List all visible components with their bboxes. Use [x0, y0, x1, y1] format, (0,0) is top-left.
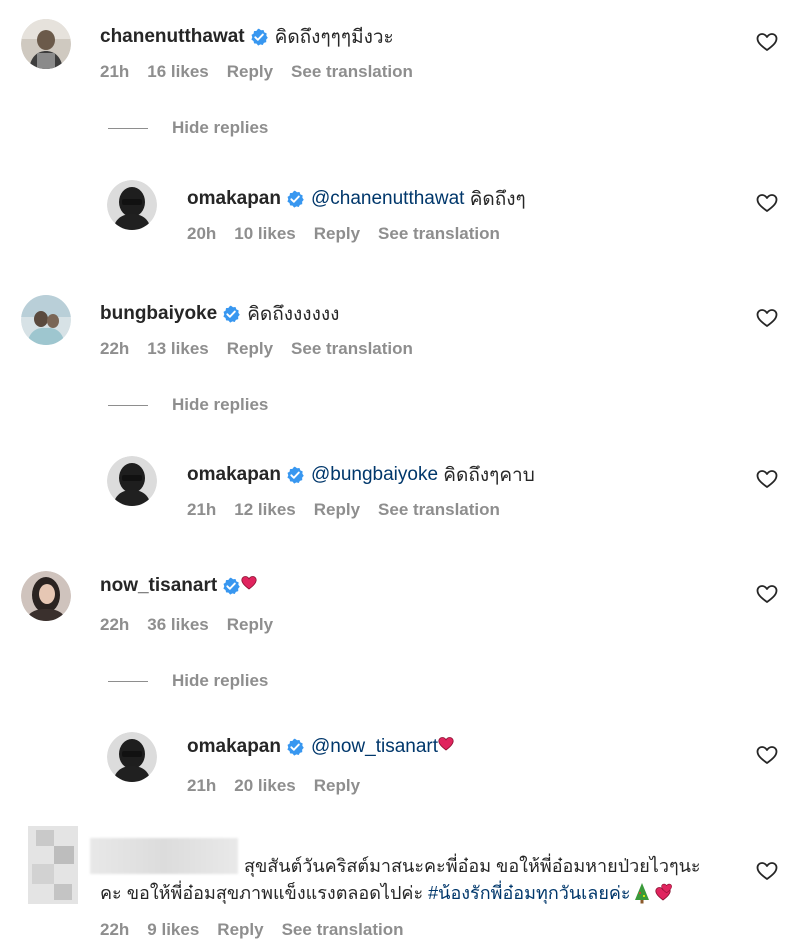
- hearts-emoji: [654, 883, 672, 900]
- comment-time: 22h: [100, 615, 130, 634]
- hide-replies-label: Hide replies: [172, 671, 269, 690]
- comment-username[interactable]: now_tisanart: [100, 575, 217, 597]
- verified-badge-icon: [222, 576, 241, 596]
- avatar[interactable]: [107, 180, 157, 230]
- hide-replies-button[interactable]: Hide replies: [108, 118, 268, 138]
- reply-button[interactable]: Reply: [227, 615, 273, 635]
- mention-link[interactable]: @bungbaiyoke: [311, 464, 438, 486]
- reply-button[interactable]: Reply: [314, 500, 360, 520]
- reply-button[interactable]: Reply: [314, 224, 360, 244]
- avatar[interactable]: [21, 19, 71, 69]
- reply-button[interactable]: Reply: [217, 920, 263, 940]
- verified-badge-icon: [286, 189, 305, 209]
- avatar[interactable]: [21, 571, 71, 621]
- avatar-image: [21, 295, 71, 345]
- hide-replies-button[interactable]: Hide replies: [108, 671, 268, 691]
- reply-time: 20h: [187, 224, 217, 243]
- avatar-image: [21, 571, 71, 621]
- reply-time: 21h: [187, 776, 217, 795]
- comment-text-line-1: สุขสันต์วันคริสต์มาสนะคะพี่อ๋อม ขอให้พี่…: [244, 856, 701, 876]
- red-heart-emoji: [241, 575, 257, 589]
- divider-line: [108, 127, 148, 129]
- hide-replies-label: Hide replies: [172, 395, 269, 414]
- reply-button[interactable]: Reply: [314, 776, 360, 796]
- see-translation-button[interactable]: See translation: [378, 224, 500, 244]
- reply-text: คิดถึงๆคาบ: [438, 465, 535, 486]
- see-translation-button[interactable]: See translation: [291, 62, 413, 82]
- see-translation-button[interactable]: See translation: [291, 339, 413, 359]
- likes-count[interactable]: 36 likes: [147, 615, 208, 635]
- hide-replies-button[interactable]: Hide replies: [108, 395, 268, 415]
- comment-text: คิดถึงๆๆๆมีงวะ: [274, 27, 394, 48]
- avatar-image: [107, 732, 157, 782]
- divider-line: [108, 680, 148, 682]
- reply-username[interactable]: omakapan: [187, 464, 281, 486]
- comment-username[interactable]: bungbaiyoke: [100, 303, 217, 325]
- likes-count[interactable]: 20 likes: [234, 776, 295, 796]
- heart-outline-icon[interactable]: [756, 469, 778, 489]
- divider-line: [108, 404, 148, 406]
- reply-username[interactable]: omakapan: [187, 736, 281, 758]
- see-translation-button[interactable]: See translation: [378, 500, 500, 520]
- reply-text: คิดถึงๆ: [464, 189, 526, 210]
- comment-time: 22h: [100, 920, 130, 939]
- reply-username[interactable]: omakapan: [187, 188, 281, 210]
- verified-badge-icon: [250, 27, 269, 47]
- hide-replies-label: Hide replies: [172, 118, 269, 137]
- blurred-avatar: [28, 826, 78, 904]
- likes-count[interactable]: 13 likes: [147, 339, 208, 359]
- avatar[interactable]: [107, 732, 157, 782]
- avatar[interactable]: [107, 456, 157, 506]
- verified-badge-icon: [286, 737, 305, 757]
- verified-badge-icon: [286, 465, 305, 485]
- see-translation-button[interactable]: See translation: [282, 920, 404, 940]
- comment-text: คิดถึงงงงงง: [247, 304, 340, 325]
- avatar[interactable]: [21, 295, 71, 345]
- avatar-image: [107, 456, 157, 506]
- heart-outline-icon[interactable]: [756, 308, 778, 328]
- red-heart-emoji: [438, 736, 454, 750]
- hashtag-link[interactable]: #น้องรักพี่อ๋อมทุกวันเลยค่ะ: [428, 878, 630, 907]
- likes-count[interactable]: 10 likes: [234, 224, 295, 244]
- heart-outline-icon[interactable]: [756, 32, 778, 52]
- heart-outline-icon[interactable]: [756, 193, 778, 213]
- reply-time: 21h: [187, 500, 217, 519]
- comment-text-line-2: คะ ขอให้พี่อ๋อมสุขภาพแข็งแรงตลอดไปค่ะ: [100, 883, 429, 903]
- likes-count[interactable]: 12 likes: [234, 500, 295, 520]
- reply-button[interactable]: Reply: [227, 62, 273, 82]
- mention-link[interactable]: @chanenutthawat: [311, 188, 464, 210]
- heart-outline-icon[interactable]: [756, 861, 778, 881]
- likes-count[interactable]: 16 likes: [147, 62, 208, 82]
- verified-badge-icon: [222, 304, 241, 324]
- comment-time: 21h: [100, 62, 130, 81]
- blurred-username: [90, 838, 238, 874]
- avatar-image: [107, 180, 157, 230]
- christmas-tree-emoji: [634, 882, 649, 903]
- reply-button[interactable]: Reply: [227, 339, 273, 359]
- comment-time: 22h: [100, 339, 130, 358]
- mention-link[interactable]: @now_tisanart: [311, 736, 438, 758]
- heart-outline-icon[interactable]: [756, 584, 778, 604]
- avatar-image: [21, 19, 71, 69]
- comment-username[interactable]: chanenutthawat: [100, 26, 245, 48]
- heart-outline-icon[interactable]: [756, 745, 778, 765]
- likes-count[interactable]: 9 likes: [147, 920, 199, 940]
